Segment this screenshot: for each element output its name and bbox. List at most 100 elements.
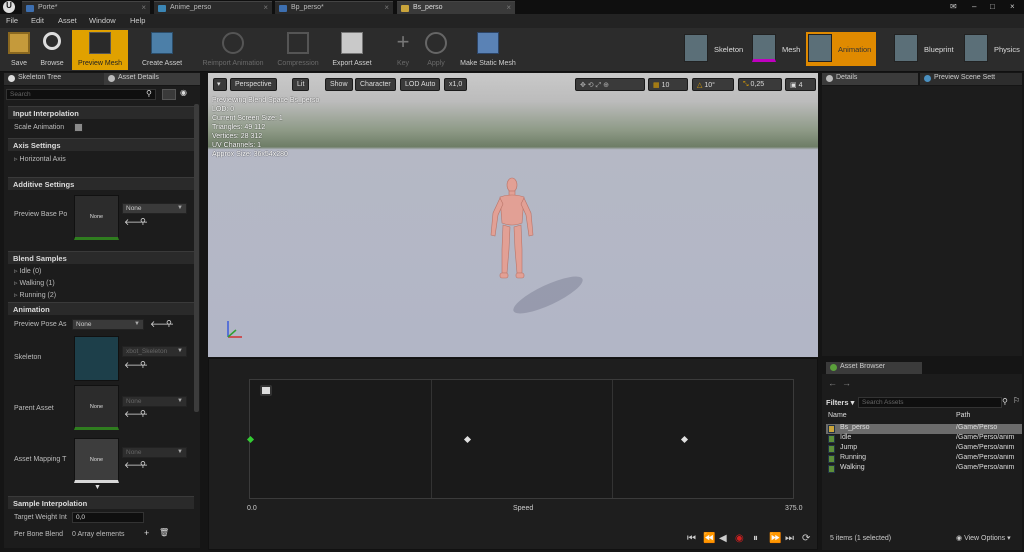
sample-point-idle[interactable] [246, 435, 255, 444]
lit-button[interactable]: Lit [292, 78, 310, 91]
browse-button[interactable]: Browse [36, 30, 68, 70]
sync-icon[interactable]: ✉ [950, 2, 957, 11]
tab-anime-perso[interactable]: Anime_perso × [154, 1, 272, 14]
apply-button[interactable]: Apply [422, 30, 450, 70]
grid-view-icon[interactable] [162, 89, 176, 100]
view-options-button[interactable]: ◉ View Options ▾ [956, 534, 1011, 542]
close-window-icon[interactable]: × [1010, 2, 1015, 11]
step-back-icon[interactable]: ⏪ [703, 533, 715, 544]
menu-window[interactable]: Window [89, 16, 116, 25]
close-icon[interactable]: × [384, 3, 389, 12]
play-reverse-icon[interactable]: ◀ [719, 533, 727, 544]
character-button[interactable]: Character [355, 78, 396, 91]
tab-asset-browser[interactable]: Asset Browser [826, 362, 922, 374]
preview-mesh-button[interactable]: Preview Mesh [72, 30, 128, 70]
target-weight-input[interactable]: 0,0 [72, 512, 144, 523]
sample-item-idle[interactable]: ▹ Idle (0) [14, 267, 41, 275]
add-element-icon[interactable]: + [144, 528, 149, 538]
mode-mesh-button[interactable]: Mesh [750, 32, 804, 66]
category-input-interpolation[interactable]: Input Interpolation [8, 106, 194, 119]
category-blend-samples[interactable]: Blend Samples [8, 251, 194, 264]
create-asset-button[interactable]: Create Asset [134, 30, 190, 70]
unreal-logo-icon[interactable]: U [3, 1, 15, 13]
sample-point-running[interactable] [681, 435, 689, 444]
tab-bs-perso[interactable]: Bs_perso × [397, 1, 515, 14]
sample-item-walking[interactable]: ▹ Walking (1) [14, 279, 55, 287]
category-additive-settings[interactable]: Additive Settings [8, 177, 194, 190]
sample-point-walking[interactable] [464, 435, 472, 444]
skeleton-thumbnail[interactable] [74, 336, 119, 381]
rotation-snap-button[interactable]: △ 10° [692, 78, 734, 91]
back-arrow-icon[interactable]: ← [828, 378, 837, 388]
mode-skeleton-button[interactable]: Skeleton [682, 32, 748, 66]
category-sample-interpolation[interactable]: Sample Interpolation [8, 496, 194, 509]
tab-asset-details[interactable]: Asset Details [104, 73, 200, 85]
browse-magnifier-icon[interactable]: ⚲ [166, 319, 172, 328]
lod-auto-button[interactable]: LOD Auto [400, 78, 441, 91]
step-forward-icon[interactable]: ⏩ [769, 533, 781, 544]
preview-pose-dropdown[interactable]: None ▼ [72, 319, 144, 330]
pause-icon[interactable]: ⏸ [753, 533, 758, 544]
make-static-mesh-button[interactable]: Make Static Mesh [456, 30, 520, 70]
tab-skeleton-tree[interactable]: Skeleton Tree [4, 73, 104, 85]
asset-row[interactable]: Jump/Game/Perso/anim [826, 444, 1022, 454]
record-icon[interactable]: ◉ [735, 533, 744, 544]
tab-porte[interactable]: Porte* × [22, 1, 150, 14]
filters-button[interactable]: Filters ▾ [826, 398, 854, 407]
save-search-icon[interactable]: ⚐ [1013, 396, 1020, 405]
eye-icon[interactable]: ◉ [180, 88, 187, 97]
export-asset-button[interactable]: Export Asset [326, 30, 378, 70]
menu-help[interactable]: Help [130, 16, 145, 25]
mode-animation-button[interactable]: Animation [806, 32, 876, 66]
parent-asset-dropdown[interactable]: None ▼ [122, 396, 187, 407]
playback-speed-button[interactable]: x1,0 [444, 78, 468, 91]
category-animation[interactable]: Animation [8, 302, 194, 315]
maximize-icon[interactable]: □ [990, 2, 995, 11]
scale-animation-checkbox[interactable] [74, 123, 83, 132]
transform-tools-group[interactable]: ✥ ⟲ ⤢ ⊕ [575, 78, 645, 91]
asset-row[interactable]: Running/Game/Perso/anim [826, 454, 1022, 464]
asset-mapping-thumbnail[interactable]: None [74, 438, 119, 483]
asset-search-input[interactable]: Search Assets [858, 397, 1002, 408]
tab-preview-scene-settings[interactable]: Preview Scene Sett [920, 73, 1022, 85]
close-icon[interactable]: × [263, 3, 268, 12]
asset-row[interactable]: Bs_perso/Game/Perso [826, 424, 1022, 434]
expand-more-icon[interactable]: ▼ [94, 484, 101, 491]
base-pose-thumbnail[interactable]: None [74, 195, 119, 240]
menu-file[interactable]: File [6, 16, 18, 25]
camera-speed-button[interactable]: ▣ 4 [785, 78, 816, 91]
asset-row[interactable]: Walking/Game/Perso/anim [826, 464, 1022, 474]
asset-row[interactable]: Idle/Game/Perso/anim [826, 434, 1022, 444]
forward-arrow-icon[interactable]: → [842, 378, 851, 388]
details-scrollbar[interactable] [194, 104, 199, 412]
trash-icon[interactable]: 🗑 [159, 528, 169, 537]
details-search-input[interactable]: Search [6, 89, 156, 100]
column-header-path[interactable]: Path [956, 412, 970, 419]
skeleton-dropdown[interactable]: xbot_Skeleton ▼ [122, 346, 187, 357]
tab-details[interactable]: Details [822, 73, 918, 85]
close-icon[interactable]: × [506, 3, 511, 12]
mode-blueprint-button[interactable]: Blueprint [892, 32, 960, 66]
skip-to-end-icon[interactable]: ⏭ [785, 533, 794, 544]
browse-magnifier-icon[interactable]: ⚲ [140, 409, 146, 418]
horizontal-axis-label[interactable]: ▹ Horizontal Axis [14, 155, 66, 163]
sample-item-running[interactable]: ▹ Running (2) [14, 291, 56, 299]
tab-bp-perso[interactable]: Bp_perso* × [275, 1, 393, 14]
viewport-options-button[interactable]: ▾ [213, 78, 227, 91]
browse-magnifier-icon[interactable]: ⚲ [140, 460, 146, 469]
parent-asset-thumbnail[interactable]: None [74, 385, 119, 430]
save-button[interactable]: Save [4, 30, 34, 70]
base-pose-dropdown[interactable]: None ▼ [122, 203, 187, 214]
menu-edit[interactable]: Edit [31, 16, 44, 25]
browse-magnifier-icon[interactable]: ⚲ [140, 217, 146, 226]
reimport-animation-button[interactable]: Reimport Animation [196, 30, 270, 70]
show-button[interactable]: Show [325, 78, 353, 91]
loop-icon[interactable]: ⟳ [802, 533, 810, 544]
menu-asset[interactable]: Asset [58, 16, 77, 25]
key-button[interactable]: + Key [390, 30, 416, 70]
column-header-name[interactable]: Name [828, 412, 847, 419]
asset-mapping-dropdown[interactable]: None ▼ [122, 447, 187, 458]
perspective-button[interactable]: Perspective [230, 78, 277, 91]
browse-magnifier-icon[interactable]: ⚲ [140, 360, 146, 369]
skip-to-start-icon[interactable]: ⏮ [687, 533, 696, 544]
